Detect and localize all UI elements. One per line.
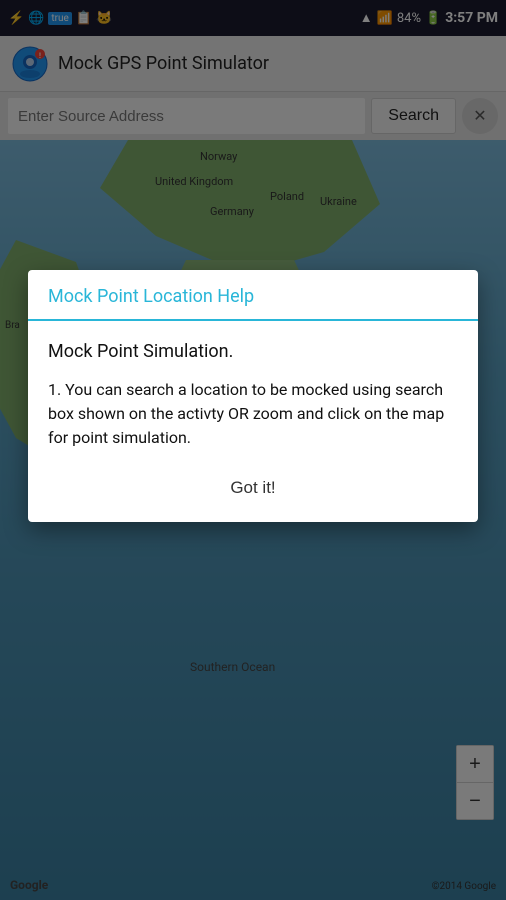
dialog-title: Mock Point Location Help — [28, 270, 478, 321]
dialog-heading: Mock Point Simulation. — [48, 341, 458, 362]
dialog-actions: Got it! — [28, 460, 478, 522]
help-dialog: Mock Point Location Help Mock Point Simu… — [28, 270, 478, 522]
got-it-button[interactable]: Got it! — [210, 470, 295, 506]
dialog-body: Mock Point Simulation. 1. You can search… — [28, 321, 478, 460]
dialog-text: 1. You can search a location to be mocke… — [48, 378, 458, 450]
